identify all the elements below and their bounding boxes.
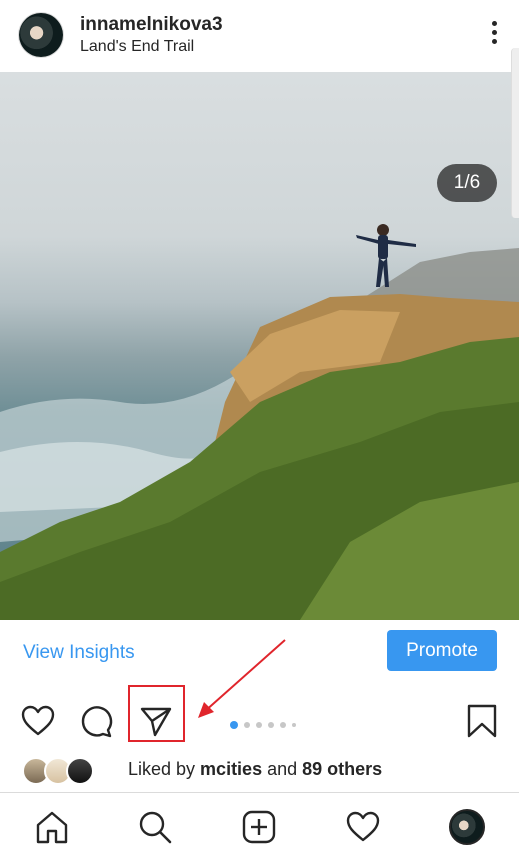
likes-others[interactable]: 89 others [302, 759, 382, 779]
liker-username[interactable]: mcities [200, 759, 262, 779]
home-icon[interactable] [34, 809, 70, 845]
promote-button[interactable]: Promote [387, 630, 497, 671]
add-post-icon[interactable] [241, 809, 277, 845]
more-options-icon[interactable] [489, 21, 499, 49]
search-icon[interactable] [137, 809, 173, 845]
liker-avatars [22, 757, 94, 785]
post-image[interactable]: 1/6 [0, 72, 519, 620]
bottom-navigation [0, 792, 519, 863]
username-link[interactable]: innamelnikova3 [80, 14, 223, 36]
avatar[interactable] [19, 13, 63, 57]
photo-scene [0, 224, 519, 620]
bookmark-icon[interactable] [466, 703, 498, 739]
heart-icon[interactable] [20, 703, 56, 739]
avatar [66, 757, 94, 785]
likes-row[interactable]: Liked by mcities and 89 others [22, 756, 502, 785]
annotation-arrow [198, 639, 286, 718]
carousel-counter: 1/6 [437, 164, 497, 202]
comment-icon[interactable] [78, 703, 114, 739]
activity-heart-icon[interactable] [345, 809, 381, 845]
view-insights-link[interactable]: View Insights [23, 642, 135, 664]
post-header: innamelnikova3 Land's End Trail [0, 0, 519, 72]
location-link[interactable]: Land's End Trail [80, 38, 194, 56]
profile-avatar[interactable] [449, 809, 485, 845]
share-highlight-box [128, 685, 185, 742]
side-scroll-handle[interactable] [511, 48, 519, 218]
likes-text: Liked by mcities and 89 others [128, 759, 383, 779]
